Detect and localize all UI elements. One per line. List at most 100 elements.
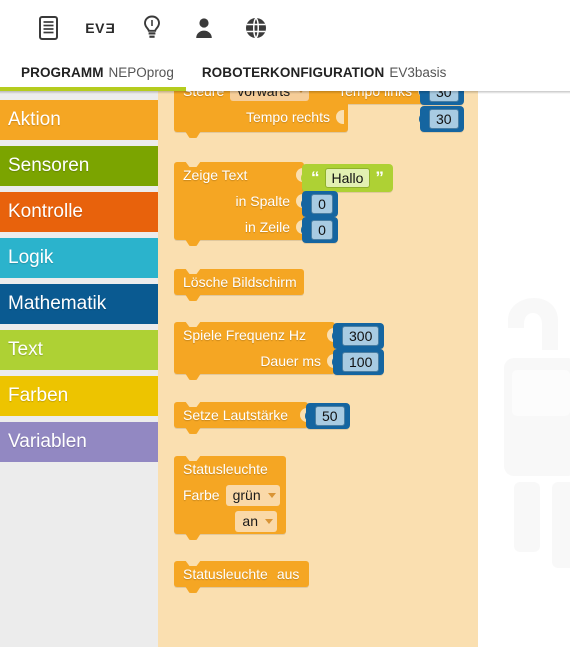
steure-label: Steure [183,91,224,99]
text-value-field[interactable]: Hallo [324,168,371,188]
status-light-color-dropdown[interactable]: grün [225,484,280,506]
setze-lautstaerke-label: Setze Lautstärke [183,407,289,423]
tab-roboterkonfiguration-label: ROBOTERKONFIGURATION [201,65,385,80]
ev3-robot-icon[interactable]: EVE [74,6,126,50]
block-notch [185,131,201,138]
frequency-field[interactable]: 300 [342,326,380,346]
program-list-icon[interactable] [22,6,74,50]
block-row-steure: Steure vorwärts [174,91,348,104]
loesche-bildschirm-label: Lösche Bildschirm [183,274,297,290]
block-setze-lautstaerke[interactable]: Setze Lautstärke [174,401,308,434]
block-row-in-zeile: in Zeile [174,214,304,240]
sidebar-item-mathematik[interactable]: Mathematik [0,284,158,324]
sidebar-item-label: Logik [8,247,54,268]
sidebar-item-variablen[interactable]: Variablen [0,422,158,462]
block-statusleuchte-aus[interactable]: Statusleuchte aus [174,560,309,593]
in-spalte-label: in Spalte [235,193,290,209]
tempo-rechts-label: Tempo rechts [245,109,330,125]
value-plug [305,409,313,423]
ev3-logo-label: EVE [85,19,115,36]
drive-direction-value: vorwärts [237,91,290,99]
status-light-color-value: grün [232,487,261,503]
sidebar-item-label: Aktion [8,109,61,130]
dauer-ms-label: Dauer ms [260,353,321,369]
block-zeige-text[interactable]: Zeige Text in Spalte in Zeile [174,161,304,246]
main-area: Aktion Sensoren Kontrolle Logik Mathemat… [0,91,570,647]
value-duration[interactable]: 100 [332,349,385,375]
volume-field[interactable]: 50 [315,406,345,426]
value-plug [301,171,309,185]
block-category-sidebar: Aktion Sensoren Kontrolle Logik Mathemat… [0,91,158,647]
block-notch [185,373,201,380]
speed-right-field[interactable]: 30 [429,109,459,129]
value-speed-left[interactable]: 30 [419,91,464,105]
duration-field[interactable]: 100 [342,352,380,372]
sidebar-item-label: Mathematik [8,293,107,314]
chevron-down-icon [267,492,276,498]
block-row-frequenz: Spiele Frequenz Hz [174,322,335,348]
language-globe-icon[interactable] [230,6,282,50]
sidebar-item-logik[interactable]: Logik [0,238,158,278]
sidebar-item-aktion[interactable]: Aktion [0,100,158,140]
statusleuchte-aus-label: Statusleuchte [183,566,268,582]
statusleuchte-aus-mode: aus [276,566,300,582]
block-notch [185,427,201,434]
sidebar-item-farben[interactable]: Farben [0,376,158,416]
top-toolbar: EVE [0,0,570,55]
open-roberta-app: EVE PROGRAMM NEPOprog ROBOTERKONFIGURATI… [0,0,570,647]
value-row[interactable]: 0 [301,217,338,243]
value-frequency[interactable]: 300 [332,323,385,349]
sidebar-item-sensoren[interactable]: Sensoren [0,146,158,186]
value-column[interactable]: 0 [301,191,338,217]
block-steure-row1-ext[interactable]: Tempo links [338,91,430,104]
sidebar-item-label: Text [8,339,43,360]
sidebar-item-text[interactable]: Text [0,330,158,370]
chevron-down-icon [297,91,306,93]
tab-programm[interactable]: PROGRAMM NEPOprog [7,55,188,91]
value-plug [419,112,427,126]
block-row-modus: an [174,508,286,534]
sidebar-item-label: Kontrolle [8,201,83,222]
value-plug [332,329,340,343]
value-plug [332,355,340,369]
tempo-links-label: Tempo links [338,91,412,99]
sidebar-item-kontrolle[interactable]: Kontrolle [0,192,158,232]
chevron-down-icon [265,518,273,524]
block-row-dauer: Dauer ms [174,348,335,374]
tab-roboterkonfiguration-name: EV3basis [389,65,447,80]
block-row-tempo-rechts: Tempo rechts [174,104,348,130]
sidebar-item-label: Variablen [8,431,87,452]
value-plug [301,223,309,237]
block-spiele-ton[interactable]: Spiele Frequenz Hz Dauer ms [174,321,335,380]
sidebar-item-label: Sensoren [8,155,90,176]
farbe-label: Farbe [183,487,220,503]
block-notch [185,239,201,246]
block-notch [185,294,201,301]
status-light-mode-value: an [242,513,258,529]
in-zeile-label: in Zeile [244,219,290,235]
speed-left-field[interactable]: 30 [429,91,459,102]
block-row-in-spalte: in Spalte [174,188,304,214]
status-light-mode-dropdown[interactable]: an [235,510,277,532]
column-field[interactable]: 0 [311,194,333,214]
user-account-icon[interactable] [178,6,230,50]
block-canvas[interactable]: Steure vorwärts Tempo rechts Tempo links [158,91,478,647]
tab-programm-label: PROGRAMM [21,65,104,80]
quote-open-icon: “ [311,168,320,187]
value-speed-right[interactable]: 30 [419,106,464,132]
block-loesche-bildschirm[interactable]: Lösche Bildschirm [174,268,304,301]
tutorial-lightbulb-icon[interactable] [126,6,178,50]
quote-close-icon: ” [375,168,384,187]
block-row-tempo-links: Tempo links [338,91,430,104]
row-field[interactable]: 0 [311,220,333,240]
block-steure-vorwaerts[interactable]: Steure vorwärts Tempo rechts [174,91,348,138]
block-notch [185,586,201,593]
value-volume[interactable]: 50 [305,403,350,429]
drive-direction-dropdown[interactable]: vorwärts [230,91,310,101]
zeige-text-label: Zeige Text [183,167,248,183]
value-text-hallo[interactable]: “ Hallo ” [301,164,393,192]
tab-bar: PROGRAMM NEPOprog ROBOTERKONFIGURATION E… [0,55,570,91]
block-notch [185,533,201,540]
tab-roboterkonfiguration[interactable]: ROBOTERKONFIGURATION EV3basis [188,55,461,91]
block-statusleuchte-an[interactable]: Statusleuchte Farbe grün an [174,455,286,540]
